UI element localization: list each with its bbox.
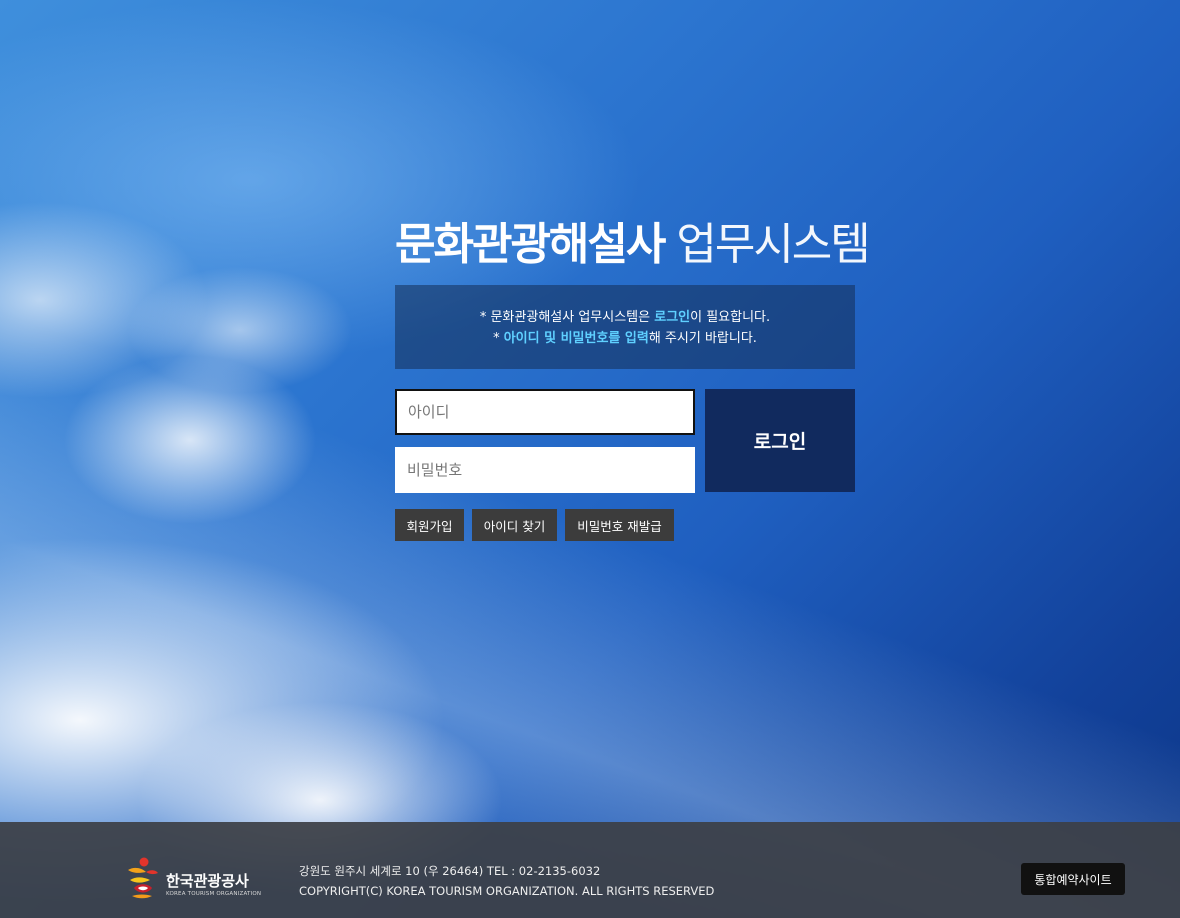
notice-line-1-text: * 문화관광해설사 업무시스템은	[479, 310, 655, 325]
notice-line-2: * 아이디 및 비밀번호를 입력해 주시기 바랍니다.	[395, 328, 855, 349]
find-id-button[interactable]: 아이디 찾기	[472, 509, 557, 541]
notice-line-1: * 문화관광해설사 업무시스템은 로그인이 필요합니다.	[395, 307, 855, 328]
login-button[interactable]: 로그인	[705, 389, 855, 492]
notice-line-1-highlight: 로그인	[654, 310, 691, 325]
reservation-site-button[interactable]: 통합예약사이트	[1021, 863, 1125, 895]
reset-password-button[interactable]: 비밀번호 재발급	[565, 509, 674, 541]
footer-copyright: COPYRIGHT(C) KOREA TOURISM ORGANIZATION.…	[299, 884, 715, 898]
login-notice: * 문화관광해설사 업무시스템은 로그인이 필요합니다. * 아이디 및 비밀번…	[395, 285, 855, 369]
footer-address: 강원도 원주시 세계로 10 (우 26464) TEL : 02-2135-6…	[299, 864, 601, 878]
page-title: 문화관광해설사 업무시스템	[395, 208, 871, 272]
logo-subtitle: KOREA TOURISM ORGANIZATION	[166, 891, 262, 897]
footer: 한국관광공사 KOREA TOURISM ORGANIZATION 강원도 원주…	[0, 822, 1180, 918]
join-button[interactable]: 회원가입	[395, 509, 464, 541]
notice-line-2-suffix: 해 주시기 바랍니다.	[648, 331, 757, 346]
kto-logo[interactable]: 한국관광공사 KOREA TOURISM ORGANIZATION	[124, 856, 264, 900]
kto-logo-icon	[128, 857, 158, 899]
password-input[interactable]	[395, 447, 695, 493]
logo-name: 한국관광공사	[166, 872, 249, 890]
notice-line-2-text: *	[493, 331, 504, 346]
footer-info: 강원도 원주시 세계로 10 (우 26464) TEL : 02-2135-6…	[299, 861, 714, 901]
notice-line-1-suffix: 이 필요합니다.	[690, 310, 771, 325]
id-input[interactable]	[395, 389, 695, 435]
page-title-light: 업무시스템	[664, 219, 870, 270]
notice-line-2-highlight: 아이디 및 비밀번호를 입력	[503, 331, 649, 346]
page-title-bold: 문화관광해설사	[395, 219, 666, 270]
